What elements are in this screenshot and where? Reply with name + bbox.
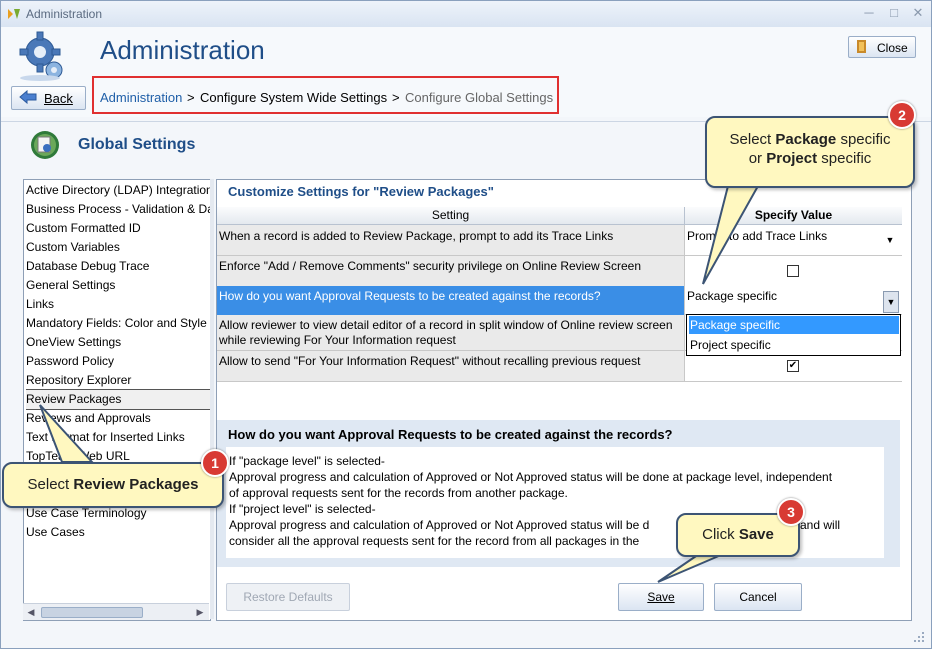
window-title: Administration — [26, 7, 103, 21]
option-package-specific[interactable]: Package specific — [689, 316, 899, 334]
list-item[interactable]: General Settings — [26, 276, 210, 295]
resize-grip-icon[interactable] — [912, 630, 926, 644]
list-item[interactable]: Repository Explorer — [26, 371, 210, 390]
step-badge-2: 2 — [888, 101, 916, 129]
list-item[interactable]: Text Format for Inserted Links — [26, 428, 210, 447]
step-badge-1: 1 — [201, 449, 229, 477]
setting-text: How do you want Approval Requests to be … — [219, 289, 601, 303]
enforce-comments-checkbox[interactable] — [787, 265, 799, 277]
callout-bold-text: Save — [738, 526, 774, 543]
description-line: If "project level" is selected- — [229, 502, 376, 516]
fyi-request-checkbox[interactable]: ✔ — [787, 360, 799, 372]
callout-text: or — [748, 150, 767, 167]
setting-text: Enforce "Add / Remove Comments" security… — [219, 259, 642, 273]
list-item[interactable]: Reviews and Approvals — [26, 409, 210, 428]
horizontal-scrollbar[interactable]: ◀ ▶ — [23, 603, 209, 620]
callout-text: Select — [729, 131, 776, 148]
list-item[interactable]: Mandatory Fields: Color and Style — [26, 314, 210, 333]
list-item[interactable]: Use Cases — [26, 523, 210, 542]
app-logo-icon — [8, 9, 20, 19]
setting-text-line2: while reviewing For Your Information req… — [219, 333, 456, 347]
breadcrumb-link-administration[interactable]: Administration — [100, 90, 182, 105]
breadcrumb-separator: > — [187, 90, 195, 105]
column-header-value[interactable]: Specify Value — [684, 207, 902, 225]
chevron-down-icon[interactable]: ▼ — [883, 230, 897, 250]
callout-select-approval-mode: Select Package specific or Project speci… — [705, 116, 915, 188]
description-line: consider all the approval requests sent … — [229, 534, 640, 548]
back-arrow-icon — [19, 90, 37, 104]
gear-icon — [19, 31, 63, 81]
close-button-label: Close — [877, 41, 908, 55]
list-item[interactable]: Business Process - Validation & Data Int… — [26, 200, 210, 219]
maximize-icon[interactable]: □ — [887, 6, 901, 20]
list-item[interactable]: Database Debug Trace — [26, 257, 210, 276]
scroll-thumb[interactable] — [41, 607, 143, 618]
page-title: Administration — [100, 35, 265, 65]
description-title: How do you want Approval Requests to be … — [228, 427, 673, 442]
select-value: Package specific — [687, 289, 778, 303]
description-line-tail: and will — [800, 518, 841, 532]
close-button[interactable]: Close — [848, 36, 916, 58]
callout-text: Select — [27, 476, 74, 493]
close-icon[interactable]: ✕ — [911, 6, 925, 20]
column-header-setting[interactable]: Setting — [217, 207, 684, 225]
title-bar — [1, 1, 931, 27]
door-exit-icon — [857, 40, 866, 53]
panel-splitter[interactable] — [210, 179, 214, 619]
setting-text: Allow to send "For Your Information Requ… — [219, 354, 641, 368]
step-badge-3: 3 — [777, 498, 805, 526]
restore-defaults-button[interactable]: Restore Defaults — [226, 583, 350, 611]
setting-text: When a record is added to Review Package… — [219, 229, 614, 243]
list-item[interactable]: Active Directory (LDAP) Integration — [26, 181, 210, 200]
minimize-icon[interactable]: ─ — [862, 6, 876, 20]
setting-text: Allow reviewer to view detail editor of … — [219, 318, 673, 332]
chevron-down-icon[interactable]: ▼ — [883, 291, 899, 313]
cancel-button[interactable]: Cancel — [714, 583, 802, 611]
save-button[interactable]: Save — [618, 583, 704, 611]
callout-bold-text: Review Packages — [73, 476, 199, 493]
callout-text: specific — [836, 131, 891, 148]
section-title: Global Settings — [78, 136, 196, 153]
list-item-selected[interactable]: Review Packages — [26, 389, 210, 410]
scroll-left-icon[interactable]: ◀ — [25, 606, 37, 618]
list-item[interactable]: Password Policy — [26, 352, 210, 371]
breadcrumb-system-settings: Configure System Wide Settings — [200, 90, 388, 105]
back-button-label: Back — [44, 91, 73, 106]
description-line: Approval progress and calculation of App… — [229, 518, 650, 532]
panel-title: Customize Settings for "Review Packages" — [228, 184, 494, 199]
description-line: of approval requests sent for the record… — [229, 486, 568, 500]
settings-category-list[interactable]: Active Directory (LDAP) Integration Busi… — [23, 179, 211, 621]
callout-text: Click — [702, 526, 739, 543]
callout-text: specific — [817, 150, 872, 167]
list-item[interactable]: OneView Settings — [26, 333, 210, 352]
option-project-specific[interactable]: Project specific — [689, 336, 899, 354]
callout-bold-text: Project — [766, 150, 818, 167]
list-item[interactable]: Custom Formatted ID — [26, 219, 210, 238]
list-item[interactable]: Custom Variables — [26, 238, 210, 257]
global-settings-icon — [31, 131, 59, 159]
scroll-right-icon[interactable]: ▶ — [194, 606, 206, 618]
callout-bold-text: Package — [775, 131, 837, 148]
callout-select-review-packages: Select Review Packages — [2, 462, 224, 508]
back-button[interactable]: Back — [11, 86, 86, 110]
breadcrumb-current: Configure Global Settings — [405, 90, 554, 105]
breadcrumb-separator: > — [392, 90, 400, 105]
description-line: Approval progress and calculation of App… — [229, 470, 833, 484]
list-item[interactable]: Links — [26, 295, 210, 314]
approval-mode-options[interactable]: Package specific Project specific — [686, 314, 901, 356]
description-line: If "package level" is selected- — [229, 454, 385, 468]
select-value: Prompt to add Trace Links — [687, 229, 828, 243]
